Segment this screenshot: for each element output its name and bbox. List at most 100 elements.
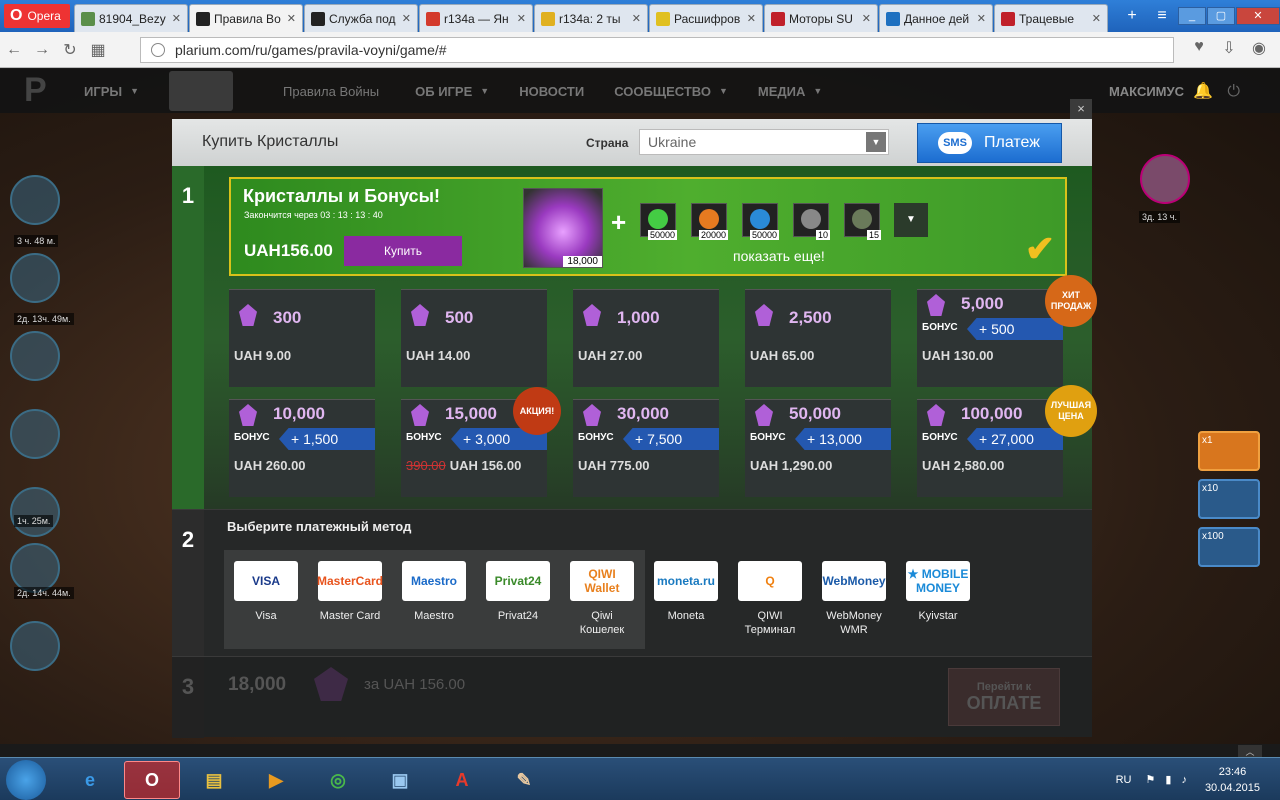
paint-icon[interactable]: ✎ (496, 761, 552, 799)
reward-avatar[interactable] (1140, 154, 1190, 204)
payment-method[interactable]: Privat24 Privat24 (485, 561, 551, 623)
photo-viewer-icon[interactable]: ▣ (372, 761, 428, 799)
browser-tab[interactable]: Расшифров ✕ (649, 4, 763, 32)
unit-tile[interactable] (10, 409, 60, 459)
media-player-icon[interactable]: ▶ (248, 761, 304, 799)
unit-tile[interactable] (10, 543, 60, 593)
close-tab-icon[interactable]: ✕ (862, 12, 871, 25)
ie-icon[interactable]: e (62, 761, 118, 799)
bell-icon[interactable]: 🔔 (1193, 83, 1213, 100)
network-icon[interactable]: ▮ (1165, 773, 1171, 786)
browser-tab[interactable]: Правила Во ✕ (189, 4, 303, 32)
payment-method[interactable]: WebMoney WebMoney WMR (821, 561, 887, 637)
unit-tile[interactable] (10, 487, 60, 537)
browser-tab[interactable]: Данное дей ✕ (879, 4, 993, 32)
scroll-top-button[interactable]: ︿ (1238, 745, 1262, 757)
promo-buy-button[interactable]: Купить (344, 236, 462, 266)
site-nav-item[interactable]: МЕДИА ▼ (758, 84, 822, 99)
minimize-button[interactable]: _ (1178, 7, 1206, 25)
payment-method[interactable]: moneta.ru Moneta (653, 561, 719, 623)
maximize-button[interactable]: ▢ (1207, 7, 1235, 25)
package-card[interactable]: 500 UAH 14.00 (401, 289, 547, 387)
modal-close-button[interactable]: × (1070, 99, 1092, 119)
browser-tab[interactable]: r134a — Ян ✕ (419, 4, 533, 32)
close-tab-icon[interactable]: ✕ (287, 12, 296, 25)
browser-tab[interactable]: Моторы SU ✕ (764, 4, 878, 32)
site-nav-item[interactable]: ИГРЫ ▼ (84, 84, 139, 99)
download-icon[interactable]: ⇩ (1214, 38, 1244, 58)
username[interactable]: МАКСИМУС (1109, 84, 1184, 99)
site-nav-item[interactable]: ОБ ИГРЕ ▼ (415, 84, 489, 99)
package-card[interactable]: 1,000 UAH 27.00 (573, 289, 719, 387)
clock[interactable]: 23:46 30.04.2015 (1205, 764, 1260, 796)
start-button[interactable] (6, 760, 46, 800)
timer-label: 1ч. 25м. (14, 515, 54, 527)
package-card[interactable]: 2,500 UAH 65.00 (745, 289, 891, 387)
package-card[interactable]: 30,000 БОНУС + 7,500 UAH 775.00 (573, 399, 719, 497)
browser-tab[interactable]: Трацевые ✕ (994, 4, 1108, 32)
sms-payment-button[interactable]: SMS Платеж (917, 123, 1062, 163)
forward-icon[interactable]: → (28, 41, 56, 59)
browser-tab[interactable]: Служба под ✕ (304, 4, 418, 32)
site-nav-item[interactable]: НОВОСТИ (519, 84, 584, 99)
tab-label: r134a: 2 ты (559, 11, 621, 26)
site-nav-item[interactable]: СООБЩЕСТВО ▼ (614, 84, 728, 99)
url-field[interactable]: plarium.com/ru/games/pravila-voyni/game/… (140, 37, 1174, 63)
speed-dial-icon[interactable]: ▦ (84, 40, 112, 60)
volume-icon[interactable]: ♪ (1181, 774, 1187, 786)
close-tab-icon[interactable]: ✕ (517, 12, 526, 25)
close-tab-icon[interactable]: ✕ (747, 12, 756, 25)
flag-icon[interactable]: ⚑ (1146, 773, 1156, 786)
power-icon[interactable]: ⏻ (1227, 83, 1240, 100)
payment-method[interactable]: QIWI Wallet Qiwi Кошелек (569, 561, 635, 637)
tab-menu-icon[interactable]: ≡ (1147, 7, 1177, 25)
chrome-icon[interactable]: ◎ (310, 761, 366, 799)
back-icon[interactable]: ← (0, 41, 28, 59)
account-icon[interactable]: ◉ (1244, 38, 1274, 58)
country-select[interactable]: Ukraine ▼ (639, 129, 889, 155)
close-tab-icon[interactable]: ✕ (172, 12, 181, 25)
package-card[interactable]: 10,000 БОНУС + 1,500 UAH 260.00 (229, 399, 375, 497)
multiplier-x1-button[interactable]: x1 (1198, 431, 1260, 471)
acrobat-icon[interactable]: A (434, 761, 490, 799)
close-tab-icon[interactable]: ✕ (632, 12, 641, 25)
opera-menu-button[interactable]: O Opera (4, 4, 70, 28)
payment-method[interactable]: VISA Visa (233, 561, 299, 623)
unit-tile[interactable] (10, 253, 60, 303)
site-nav-item[interactable]: Правила Войны (283, 84, 379, 99)
package-card[interactable]: 50,000 БОНУС + 13,000 UAH 1,290.00 (745, 399, 891, 497)
package-card[interactable]: 5,000 БОНУС + 500 UAH 130.00 (917, 289, 1063, 387)
opera-taskbar-icon[interactable]: O (124, 761, 180, 799)
plus-icon: + (611, 207, 627, 237)
close-tab-icon[interactable]: ✕ (402, 12, 411, 25)
payment-method[interactable]: Q QIWI Терминал (737, 561, 803, 637)
language-indicator[interactable]: RU (1116, 774, 1132, 786)
payment-method[interactable]: Maestro Maestro (401, 561, 467, 623)
game-hero-avatar[interactable] (169, 71, 234, 111)
close-window-button[interactable]: ✕ (1236, 7, 1280, 25)
reload-icon[interactable]: ↻ (56, 40, 84, 60)
dollar-icon: 50000 (742, 203, 779, 240)
unit-tile[interactable] (10, 331, 60, 381)
promo-offer[interactable]: Кристаллы и Бонусы! Закончится через 03 … (229, 177, 1067, 276)
payment-method[interactable]: ★ MOBILE MONEY Kyivstar (905, 561, 971, 623)
heart-icon[interactable]: ♥ (1184, 38, 1214, 58)
close-tab-icon[interactable]: ✕ (1092, 12, 1101, 25)
new-tab-icon[interactable]: + (1117, 7, 1147, 25)
offer-badge: ХИТ ПРОДАЖ (1045, 275, 1097, 327)
browser-tab[interactable]: r134a: 2 ты ✕ (534, 4, 648, 32)
package-card[interactable]: 300 UAH 9.00 (229, 289, 375, 387)
multiplier-x10-button[interactable]: x10 (1198, 479, 1260, 519)
show-more-link[interactable]: показать еще! (733, 248, 825, 264)
multiplier-x100-button[interactable]: x100 (1198, 527, 1260, 567)
more-bonuses-dropdown[interactable]: ▼ (894, 203, 928, 237)
browser-tab[interactable]: 81904_Bezy ✕ (74, 4, 188, 32)
close-tab-icon[interactable]: ✕ (977, 12, 986, 25)
package-card[interactable]: 100,000 БОНУС + 27,000 UAH 2,580.00 (917, 399, 1063, 497)
proceed-to-payment-button[interactable]: Перейти к ОПЛАТЕ (948, 668, 1060, 726)
plarium-logo-icon[interactable]: P (24, 71, 84, 111)
payment-method[interactable]: MasterCard Master Card (317, 561, 383, 623)
unit-tile[interactable] (10, 175, 60, 225)
unit-tile[interactable] (10, 621, 60, 671)
explorer-icon[interactable]: ▤ (186, 761, 242, 799)
